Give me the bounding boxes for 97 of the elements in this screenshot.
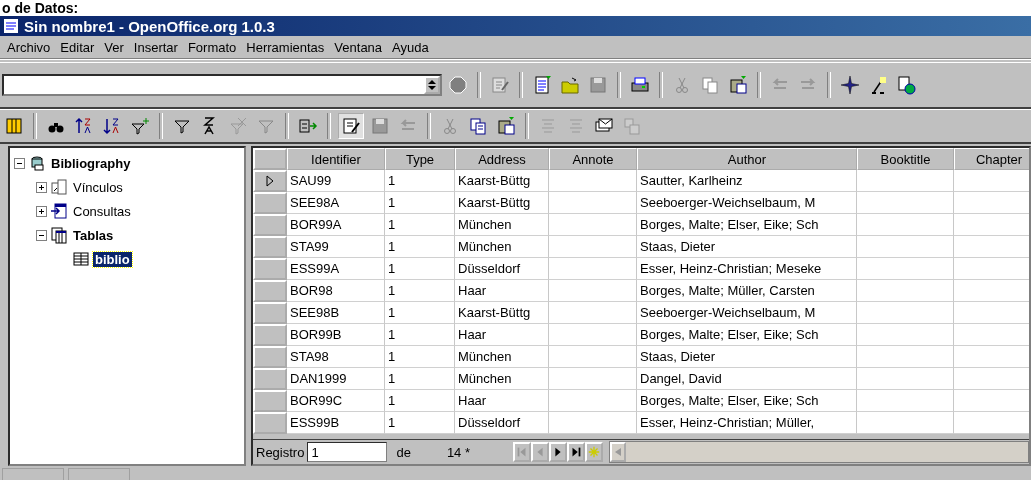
column-header[interactable]: Type (385, 148, 455, 170)
tree-item[interactable]: Tablas (71, 227, 116, 243)
menu-item[interactable]: Ayuda (387, 39, 434, 55)
table-cell: Kaarst-Büttg (455, 170, 549, 192)
table-cell: BOR98 (287, 280, 385, 302)
tree-item[interactable]: Bibliography (49, 155, 133, 171)
table-cell: München (455, 236, 549, 258)
table-cell: Haar (455, 280, 549, 302)
record-label: Registro (255, 444, 306, 460)
table-cell: Sautter, Karlheinz (637, 170, 857, 192)
table-cell: Düsseldorf (455, 258, 549, 280)
window-title: Sin nombre1 - OpenOffice.org 1.0.3 (24, 17, 275, 35)
next-record-icon[interactable] (549, 442, 568, 462)
table-cell: Kaarst-Büttg (455, 192, 549, 214)
column-header[interactable]: Identifier (287, 148, 385, 170)
table-cell: Haar (455, 324, 549, 346)
pin-handle[interactable] (68, 468, 130, 480)
table-cell: SAU99 (287, 170, 385, 192)
menu-item[interactable]: Herramientas (241, 39, 330, 55)
page-caption: o de Datos: (2, 0, 79, 16)
table-cell: Dangel, David (637, 368, 857, 390)
column-header[interactable]: Chapter (954, 148, 1029, 170)
table-cell: BOR99A (287, 214, 385, 236)
menu-item[interactable]: Ver (99, 39, 129, 55)
tables-icon (50, 226, 68, 244)
table-cell: SEE98B (287, 302, 385, 324)
table-cell: Kaarst-Büttg (455, 302, 549, 324)
menu-item[interactable]: Ventana (329, 39, 388, 55)
last-record-icon[interactable] (567, 442, 586, 462)
table-cell: STA98 (287, 346, 385, 368)
collapse-icon[interactable] (36, 229, 47, 241)
table-cell: 1 (385, 302, 455, 324)
url-field[interactable] (2, 74, 442, 96)
document-icon (3, 18, 19, 34)
table-cell: ESS99A (287, 258, 385, 280)
table-icon (72, 250, 90, 268)
table-cell: 1 (385, 412, 455, 434)
table-cell: Staas, Dieter (637, 346, 857, 368)
table-cell: BOR99C (287, 390, 385, 412)
stop-icon[interactable] (446, 73, 470, 97)
column-header[interactable]: Address (455, 148, 549, 170)
record-count: 14 * (445, 444, 472, 460)
table-cell: Esser, Heinz-Christian; Meseke (637, 258, 857, 280)
table-cell: Staas, Dieter (637, 236, 857, 258)
menu-item[interactable]: Formato (182, 39, 242, 55)
navigator-icon[interactable] (838, 73, 862, 97)
table-cell: Haar (455, 390, 549, 412)
table-cell: München (455, 346, 549, 368)
table-cell: 1 (385, 236, 455, 258)
table-cell: 1 (385, 324, 455, 346)
horizontal-scrollbar[interactable] (609, 441, 1029, 463)
table-cell: ESS99B (287, 412, 385, 434)
table-cell: 1 (385, 346, 455, 368)
table-cell: Borges, Malte; Müller, Carsten (637, 280, 857, 302)
expand-icon[interactable] (36, 181, 47, 193)
menu-item[interactable]: Editar (55, 39, 100, 55)
of-label: de (395, 444, 412, 460)
table-cell: 1 (385, 192, 455, 214)
column-header[interactable]: Author (637, 148, 857, 170)
table-cell: Borges, Malte; Elser, Eike; Sch (637, 390, 857, 412)
record-field[interactable]: 1 (307, 442, 388, 462)
table-cell: Borges, Malte; Elser, Eike; Sch (637, 324, 857, 346)
table-cell: Esser, Heinz-Christian; Müller, (637, 412, 857, 434)
collapse-icon[interactable] (14, 157, 25, 169)
table-cell: 1 (385, 280, 455, 302)
table-cell: SEE98A (287, 192, 385, 214)
table-cell: 1 (385, 368, 455, 390)
table-cell: 1 (385, 258, 455, 280)
table-cell: STA99 (287, 236, 385, 258)
table-cell: München (455, 214, 549, 236)
current-row-icon (266, 175, 274, 187)
column-header[interactable]: Annote (549, 148, 637, 170)
table-cell: BOR99B (287, 324, 385, 346)
table-cell: Borges, Malte; Elser, Eike; Sch (637, 214, 857, 236)
menu-item[interactable]: Insertar (128, 39, 183, 55)
tree-item[interactable]: Consultas (71, 203, 133, 219)
scroll-left-icon[interactable] (615, 448, 622, 456)
table-cell: Seeboerger-Weichselbaum, M (637, 192, 857, 214)
links-icon (50, 178, 68, 196)
queries-icon (50, 202, 68, 220)
tree-item[interactable]: Vínculos (71, 179, 125, 195)
table-cell: Düsseldorf (455, 412, 549, 434)
table-cell: DAN1999 (287, 368, 385, 390)
table-cell: München (455, 368, 549, 390)
column-header[interactable]: Booktitle (857, 148, 954, 170)
dock-handle[interactable] (2, 468, 64, 480)
edit-mode-icon[interactable] (338, 113, 364, 139)
menu-item[interactable]: Archivo (2, 39, 56, 55)
database-icon (28, 154, 46, 172)
table-cell: 1 (385, 170, 455, 192)
tree-item[interactable]: biblio (93, 251, 132, 267)
table-cell: 1 (385, 214, 455, 236)
table-cell: Seeboerger-Weichselbaum, M (637, 302, 857, 324)
expand-icon[interactable] (36, 205, 47, 217)
spinner-icon[interactable] (428, 80, 436, 90)
table-cell: 1 (385, 390, 455, 412)
row-header[interactable] (253, 170, 287, 192)
